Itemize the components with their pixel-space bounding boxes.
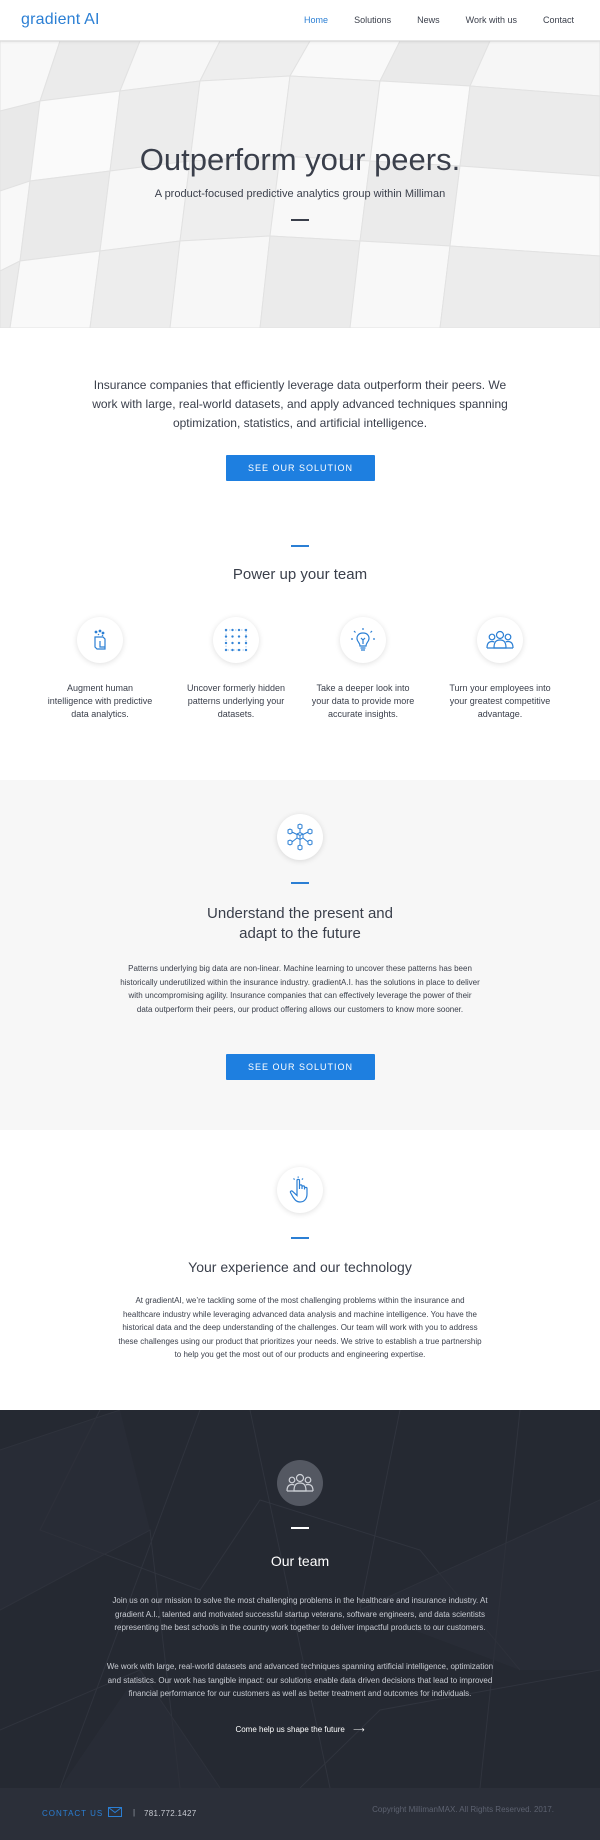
understand-title-line2: adapt to the future bbox=[239, 925, 361, 942]
hero-subtitle: A product-focused predictive analytics g… bbox=[154, 188, 446, 200]
copyright-text: Copyright MillimanMAX. All Rights Reserv… bbox=[372, 1805, 554, 1814]
arrow-right-icon: ⟶ bbox=[353, 1725, 365, 1734]
mail-icon[interactable] bbox=[108, 1807, 122, 1817]
hero-divider bbox=[291, 219, 309, 221]
hero-title: Outperform your peers. bbox=[139, 142, 461, 177]
pointer-hand-icon bbox=[277, 1167, 323, 1213]
team-body-paragraph-2: We work with large, real-world datasets … bbox=[106, 1662, 494, 1698]
understand-section-title: Understand the present and adapt to the … bbox=[0, 904, 600, 944]
join-team-link[interactable]: Come help us shape the future ⟶ bbox=[0, 1725, 600, 1734]
feature-text: Turn your employees into your greatest c… bbox=[449, 683, 551, 719]
understand-title-line1: Understand the present and bbox=[207, 905, 393, 922]
feature-item: Take a deeper look into your data to pro… bbox=[308, 617, 418, 721]
hero-background-pattern bbox=[0, 41, 600, 328]
feature-item: Uncover formerly hidden patterns underly… bbox=[181, 617, 291, 721]
join-team-label: Come help us shape the future bbox=[235, 1725, 345, 1734]
footer-separator: | bbox=[133, 1808, 136, 1817]
understand-body: Patterns underlying big data are non-lin… bbox=[120, 964, 480, 1014]
feature-item: Augment human intelligence with predicti… bbox=[45, 617, 155, 721]
experience-section-title: Your experience and our technology bbox=[188, 1259, 412, 1275]
see-solution-button[interactable]: SEE OUR SOLUTION bbox=[226, 455, 375, 481]
power-section-title: Power up your team bbox=[232, 566, 368, 583]
top-navbar: gradient AI Home Solutions News Work wit… bbox=[0, 0, 600, 41]
section-divider bbox=[291, 545, 309, 547]
section-divider bbox=[291, 1237, 309, 1239]
people-group-icon bbox=[477, 617, 523, 663]
nav-item-news[interactable]: News bbox=[417, 15, 440, 25]
nav-item-solutions[interactable]: Solutions bbox=[354, 15, 391, 25]
network-cubes-icon bbox=[277, 814, 323, 860]
experience-body: At gradientAI, we’re tackling some of th… bbox=[118, 1296, 482, 1359]
feature-item: Turn your employees into your greatest c… bbox=[445, 617, 555, 721]
nav-item-home[interactable]: Home bbox=[304, 15, 328, 25]
dot-grid-icon bbox=[213, 617, 259, 663]
hero-banner: Outperform your peers. A product-focused… bbox=[0, 41, 600, 328]
main-menu: Home Solutions News Work with us Contact bbox=[278, 15, 574, 25]
team-section: Our team Join us on our mission to solve… bbox=[0, 1410, 600, 1788]
contact-us-link[interactable]: CONTACT US bbox=[42, 1809, 103, 1818]
feature-text: Take a deeper look into your data to pro… bbox=[311, 683, 415, 719]
nav-item-contact[interactable]: Contact bbox=[543, 15, 574, 25]
section-divider bbox=[291, 882, 309, 884]
phone-number[interactable]: 781.772.1427 bbox=[144, 1809, 197, 1818]
see-solution-button[interactable]: SEE OUR SOLUTION bbox=[226, 1054, 375, 1080]
feature-text: Uncover formerly hidden patterns underly… bbox=[186, 683, 286, 719]
team-section-title: Our team bbox=[270, 1553, 330, 1569]
footer: CONTACT US | 781.772.1427 Copyright Mill… bbox=[0, 1788, 600, 1840]
section-divider bbox=[291, 1527, 309, 1529]
clipboard-sparkle-icon bbox=[77, 617, 123, 663]
brand-logo[interactable]: gradient AI bbox=[21, 11, 100, 29]
feature-text: Augment human intelligence with predicti… bbox=[47, 683, 153, 719]
team-body-paragraph-1: Join us on our mission to solve the most… bbox=[112, 1596, 488, 1632]
nav-item-work-with-us[interactable]: Work with us bbox=[466, 15, 517, 25]
intro-text: Insurance companies that efficiently lev… bbox=[92, 378, 508, 430]
lightbulb-icon bbox=[340, 617, 386, 663]
people-group-icon bbox=[277, 1460, 323, 1506]
